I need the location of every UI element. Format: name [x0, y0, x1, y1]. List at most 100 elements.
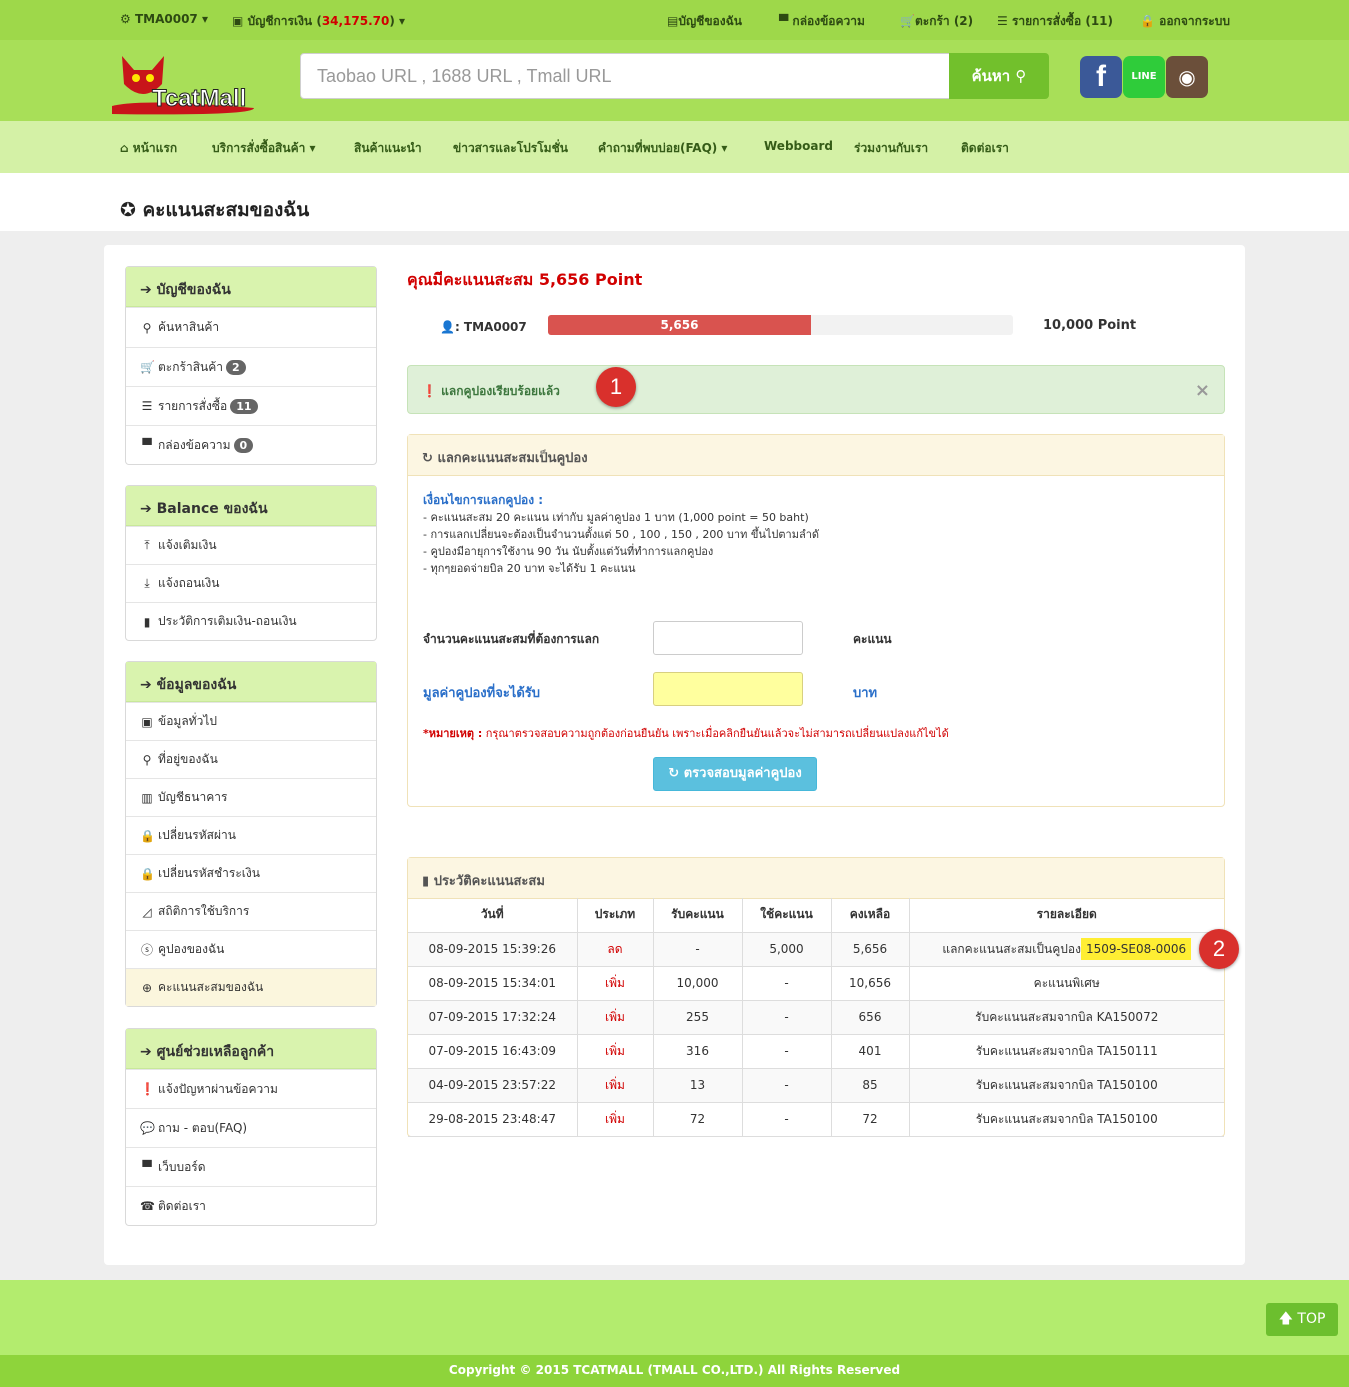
check-coupon-button-label: ตรวจสอบมูลค่าคูปอง	[683, 766, 802, 781]
footer-band	[0, 1280, 1349, 1355]
sidebar-item-transactions[interactable]: ▮ ประวัติการเติมเงิน-ถอนเงิน	[126, 602, 376, 640]
nav-news[interactable]: ข่าวสารและโปรโมชั่น	[453, 139, 568, 158]
upload-icon: ⤒	[144, 538, 150, 552]
sidebar-item-label: สถิติการใช้บริการ	[158, 904, 250, 918]
instagram-icon[interactable]: ◉	[1166, 56, 1208, 98]
points-user: 👤: TMA0007	[440, 320, 527, 334]
sidebar-item-cart[interactable]: 🛒 ตะกร้าสินค้า 2	[126, 347, 376, 386]
cell-date: 07-09-2015 17:32:24	[408, 1000, 578, 1035]
sidebar-item-my-points[interactable]: ⊕ คะแนนสะสมของฉัน	[126, 968, 376, 1006]
sidebar-item-bank-account[interactable]: ▥ บัญชีธนาคาร	[126, 778, 376, 816]
sidebar-item-contact[interactable]: ☎ ติดต่อเรา	[126, 1186, 376, 1225]
points-unit: คะแนน	[853, 632, 892, 646]
area-chart-icon: ◿	[142, 904, 152, 919]
detail-text: รับคะแนนสะสมจากบิล TA150100	[975, 1111, 1158, 1126]
cell-used: -	[742, 1034, 832, 1069]
sidebar-balance: ➔ Balance ของฉัน ⤒ แจ้งเติมเงิน ⤓ แจ้งถอนเ…	[125, 485, 377, 641]
sidebar-item-usage-stats[interactable]: ◿ สถิติการใช้บริการ	[126, 892, 376, 930]
col-date: วันที่	[408, 898, 578, 933]
sidebar-item-address[interactable]: ⚲ ที่อยู่ของฉัน	[126, 740, 376, 778]
gear-icon: ⚙	[120, 12, 131, 26]
col-detail: รายละเอียด	[909, 898, 1224, 933]
line-icon[interactable]: LINE	[1123, 56, 1165, 98]
inbox-label: กล่องข้อความ	[792, 14, 865, 28]
sidebar-item-withdraw[interactable]: ⤓ แจ้งถอนเงิน	[126, 564, 376, 602]
cell-type: เพิ่ม	[577, 966, 654, 1001]
warning-note: *หมายเหตุ : กรุณาตรวจสอบความถูกต้องก่อนย…	[423, 724, 949, 742]
sidebar-item-deposit[interactable]: ⤒ แจ้งเติมเงิน	[126, 526, 376, 564]
nav-careers[interactable]: ร่วมงานกับเรา	[854, 139, 928, 158]
cell-type: เพิ่ม	[577, 1102, 654, 1137]
nav-services[interactable]: บริการสั่งซื้อสินค้า ▾	[212, 139, 316, 158]
history-table: วันที่ ประเภท รับคะแนน ใช้คะแนน คงเหลือ …	[408, 898, 1224, 1137]
table-row: 08-09-2015 15:39:26 ลด -5,000 5,656 แลกคะแนน…	[408, 932, 1224, 967]
id-card-icon: ▣	[141, 714, 153, 729]
back-to-top-button[interactable]: 🡅 TOP	[1266, 1303, 1338, 1336]
user-menu[interactable]: ⚙ TMA0007 ▾	[120, 12, 208, 26]
orders-link[interactable]: ☰ รายการสั่งซื้อ (11)	[997, 12, 1113, 31]
points-input[interactable]	[653, 621, 803, 655]
exchange-conditions: เงื่อนไขการแลกคูปอง : - คะแนนสะสม 20 คะแ…	[423, 492, 819, 577]
nav-home[interactable]: ⌂ หน้าแรก	[120, 139, 177, 158]
sidebar-item-report-issue[interactable]: ❗ แจ้งปัญหาผ่านข้อความ	[126, 1069, 376, 1108]
condition-item: - คูปองมีอายุการใช้งาน 90 วัน นับตั้งแต่…	[423, 545, 714, 558]
sidebar-item-label: กล่องข้อความ	[158, 437, 231, 452]
username: TMA0007	[134, 12, 198, 26]
nav-contact[interactable]: ติดต่อเรา	[961, 139, 1009, 158]
sidebar-item-orders[interactable]: ☰ รายการสั่งซื้อ 11	[126, 386, 376, 425]
check-coupon-button[interactable]: ↻ ตรวจสอบมูลค่าคูปอง	[653, 757, 817, 791]
points-max: 10,000 Point	[1043, 318, 1137, 333]
star-icon: ✪	[120, 199, 136, 221]
table-row: 04-09-2015 23:57:22 เพิ่ม 13-85 รับคะแนนสะส…	[408, 1068, 1224, 1103]
nav-recommended[interactable]: สินค้าแนะนำ	[354, 139, 422, 158]
cell-type: เพิ่ม	[577, 1000, 654, 1035]
phone-icon: ☎	[140, 1199, 155, 1213]
cell-date: 29-08-2015 23:48:47	[408, 1102, 578, 1137]
sidebar-item-my-coupons[interactable]: ⓢ คูปองของฉัน	[126, 930, 376, 968]
sidebar-item-webboard[interactable]: ▀ เว็บบอร์ด	[126, 1147, 376, 1186]
sidebar-item-faq[interactable]: 💬 ถาม - ตอบ(FAQ)	[126, 1108, 376, 1147]
sidebar-item-inbox[interactable]: ▀ กล่องข้อความ 0	[126, 425, 376, 464]
sidebar-item-change-payment-password[interactable]: 🔒 เปลี่ยนรหัสชำระเงิน	[126, 854, 376, 892]
sidebar-help-title-text: ศูนย์ช่วยเหลือลูกค้า	[156, 1044, 275, 1060]
detail-text: แลกคะแนนสะสมเป็นคูปอง	[942, 941, 1081, 956]
search-button[interactable]: ค้นหา ⚲	[949, 53, 1049, 99]
wallet-menu[interactable]: ▣ บัญชีการเงิน (34,175.70) ▾	[232, 12, 405, 31]
nav-faq[interactable]: คำถามที่พบบ่อย(FAQ) ▾	[598, 139, 727, 158]
site-logo[interactable]: TcatMall	[104, 48, 264, 118]
bar-chart-icon: ▮	[422, 874, 430, 889]
inbox-link[interactable]: ▀ กล่องข้อความ	[779, 12, 865, 31]
sidebar-item-label: เปลี่ยนรหัสผ่าน	[158, 828, 236, 842]
sidebar-item-general-info[interactable]: ▣ ข้อมูลทั่วไป	[126, 702, 376, 740]
logout-link[interactable]: 🔒 ออกจากระบบ	[1140, 12, 1230, 31]
search-input[interactable]: Taobao URL , 1688 URL , Tmall URL	[300, 53, 950, 99]
detail-text: รับคะแนนสะสมจากบิล TA150111	[975, 1043, 1158, 1058]
sidebar-item-label: ที่อยู่ของฉัน	[158, 752, 218, 766]
facebook-icon[interactable]: f	[1080, 56, 1122, 98]
exchange-panel-title-text: แลกคะแนนสะสมเป็นคูปอง	[437, 451, 588, 466]
cell-detail: รับคะแนนสะสมจากบิล TA150100	[909, 1068, 1224, 1103]
sidebar-item-label: ตะกร้าสินค้า	[158, 359, 223, 374]
annotation-marker-1: 1	[596, 367, 636, 407]
cart-link[interactable]: 🛒ตะกร้า (2)	[900, 12, 973, 31]
cart-label: ตะกร้า (2)	[914, 14, 974, 28]
coupon-value-field	[653, 672, 803, 706]
table-row: 07-09-2015 17:32:24 เพิ่ม 255-656 รับคะแนนส…	[408, 1000, 1224, 1035]
sidebar-help-title: ➔ ศูนย์ช่วยเหลือลูกค้า	[126, 1029, 376, 1069]
my-account-link[interactable]: ▤บัญชีของฉัน	[667, 12, 742, 31]
arrow-circle-icon: ➔	[140, 677, 152, 693]
sidebar-item-change-password[interactable]: 🔒 เปลี่ยนรหัสผ่าน	[126, 816, 376, 854]
cell-type: เพิ่ม	[577, 1034, 654, 1069]
sidebar-item-label: เปลี่ยนรหัสชำระเงิน	[158, 866, 260, 880]
download-icon: ⤓	[144, 576, 150, 590]
back-to-top-label: TOP	[1297, 1311, 1326, 1327]
sidebar-item-search[interactable]: ⚲ ค้นหาสินค้า	[126, 307, 376, 347]
exclamation-circle-icon: ❗	[422, 384, 437, 398]
cell-balance: 72	[831, 1102, 910, 1137]
sidebar-item-label: คะแนนสะสมของฉัน	[158, 980, 264, 994]
nav-webboard[interactable]: Webboard	[764, 139, 833, 153]
conditions-title: เงื่อนไขการแลกคูปอง :	[423, 493, 544, 507]
close-icon[interactable]: ×	[1195, 380, 1210, 401]
sidebar-help: ➔ ศูนย์ช่วยเหลือลูกค้า ❗ แจ้งปัญหาผ่านข้อ…	[125, 1028, 377, 1226]
cell-detail: แลกคะแนนสะสมเป็นคูปอง 1509-SE08-0006	[909, 932, 1224, 967]
